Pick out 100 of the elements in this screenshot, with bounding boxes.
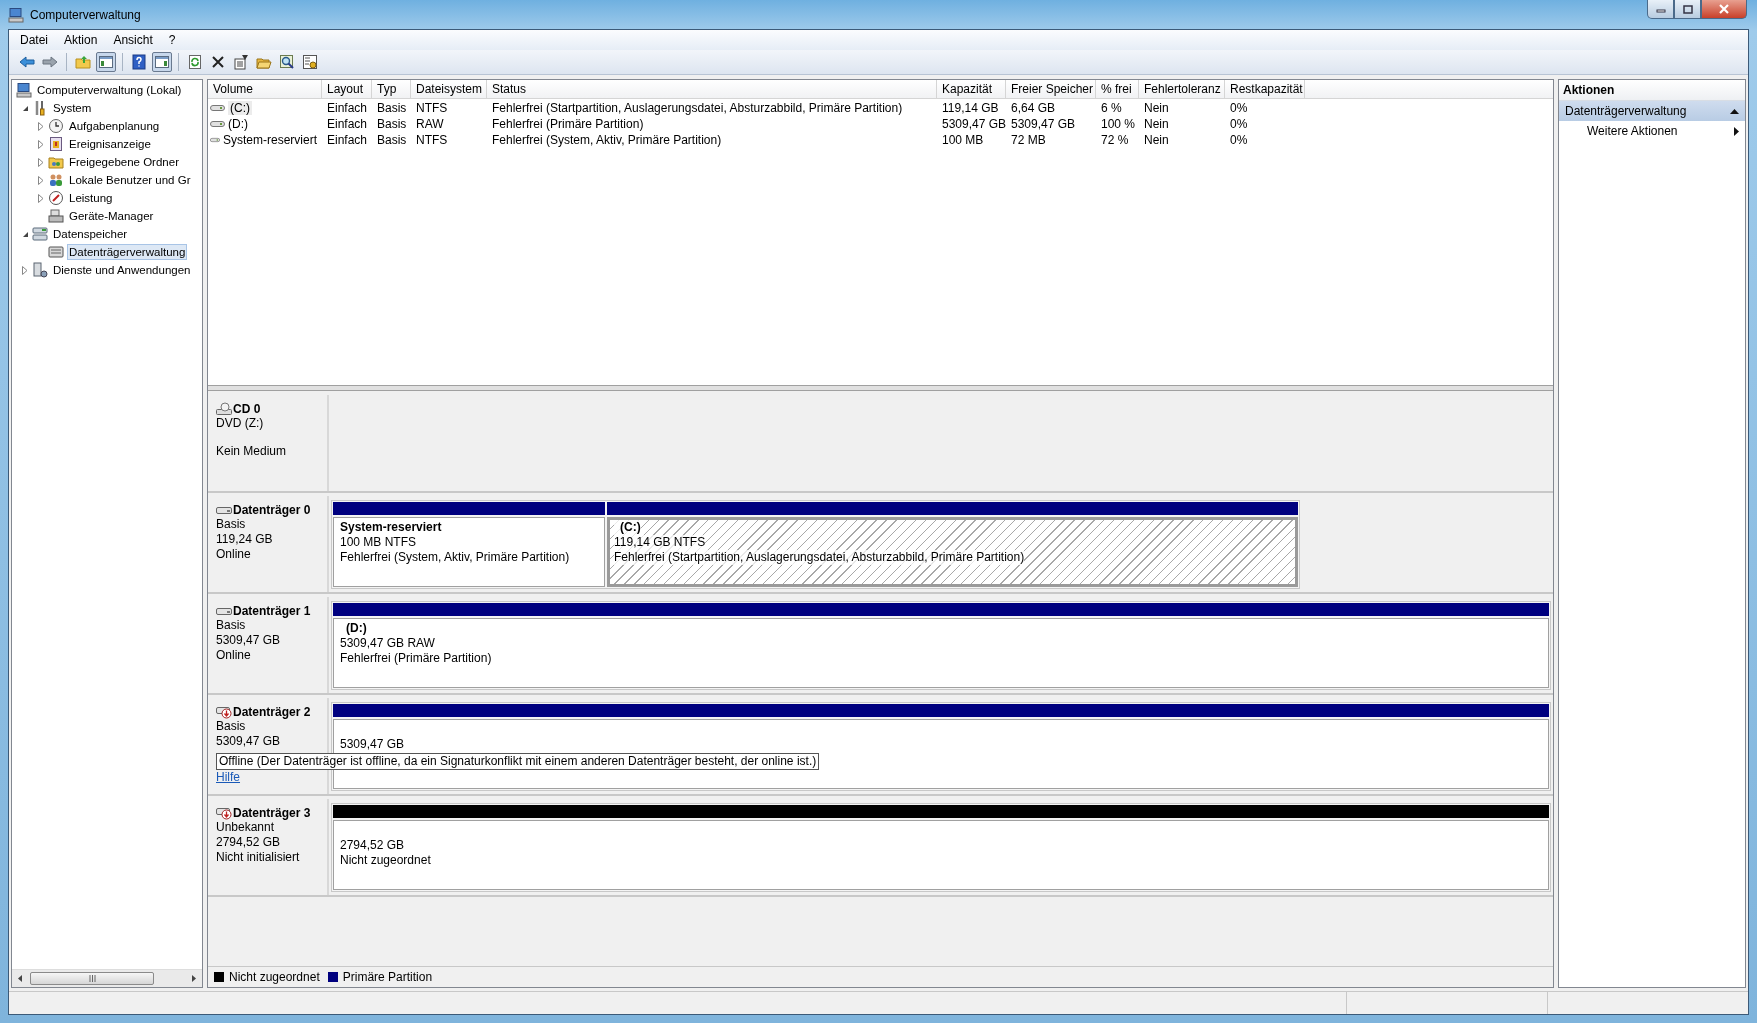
disk-status: Nicht initialisiert: [216, 850, 301, 865]
expanded-arrow-icon[interactable]: [21, 104, 29, 112]
drive-label[interactable]: (D:): [228, 116, 248, 131]
tree-item[interactable]: Computerverwaltung (Lokal): [35, 82, 184, 98]
partition-status: Fehlerfrei (Startpartition, Auslagerungsdatei, Absturzabbild, Primäre Partition): [614, 550, 1025, 565]
action-item[interactable]: Weitere Aktionen: [1559, 121, 1745, 141]
folder-up-icon: [75, 54, 91, 70]
collapsed-arrow-icon[interactable]: [38, 139, 44, 149]
gauge-icon: [48, 190, 64, 206]
panel-icon: [154, 54, 170, 70]
table-cell-text: 119,14 GB: [941, 100, 1000, 115]
tree-item[interactable]: Aufgabenplanung: [67, 118, 162, 134]
properties-icon: [233, 54, 249, 70]
tree-item[interactable]: Freigegebene Ordner: [67, 154, 181, 170]
maximize-icon: [1682, 4, 1693, 14]
settings-icon: [302, 54, 318, 70]
column-header[interactable]: Volume: [208, 80, 322, 98]
menu-item[interactable]: ?: [161, 31, 183, 49]
disk-name: CD 0: [233, 401, 261, 416]
collapse-arrow-icon[interactable]: [1730, 108, 1739, 114]
horizontal-scrollbar[interactable]: [12, 969, 202, 987]
drive-warning-icon: [216, 805, 232, 820]
shared-folder-icon: [48, 154, 64, 170]
delete-icon: [210, 54, 226, 70]
column-header[interactable]: Status: [487, 80, 937, 98]
toolbar-button[interactable]: [129, 52, 149, 72]
disk-name: Datenträger 1: [233, 603, 311, 618]
close-button[interactable]: [1701, 0, 1747, 19]
tree-item[interactable]: Ereignisanzeige: [67, 136, 153, 152]
column-header[interactable]: Dateisystem: [411, 80, 487, 98]
users-icon: [48, 172, 64, 188]
table-cell-text: Nein: [1143, 116, 1170, 131]
collapsed-arrow-icon[interactable]: [38, 193, 44, 203]
actions-section-header[interactable]: Datenträgerverwaltung: [1559, 101, 1745, 121]
drive-label[interactable]: System-reserviert: [223, 132, 317, 147]
partition-block[interactable]: System-reserviert 100 MB NTFS Fehlerfrei (System, Aktiv, Primäre Partition): [333, 517, 605, 587]
table-cell-text: 6 %: [1100, 100, 1123, 115]
partition-label: (C:): [614, 520, 641, 535]
partition-block[interactable]: (C:) 119,14 GB NTFS Fehlerfrei (Startpartition, Auslagerungsdatei, Absturzabbild, Primäre Partition): [607, 517, 1298, 587]
tree-item[interactable]: Leistung: [67, 190, 115, 206]
table-cell-text: 5309,47 GB: [1010, 116, 1077, 131]
table-cell-text: Basis: [376, 132, 408, 147]
column-header[interactable]: Kapazität: [937, 80, 1006, 98]
partition-size: 2794,52 GB: [340, 838, 405, 853]
table-cell-text: Nein: [1143, 132, 1170, 147]
tree-item[interactable]: Datenspeicher: [51, 226, 130, 242]
drive-icon: [210, 103, 225, 112]
minimize-button[interactable]: [1647, 0, 1674, 19]
tree-item[interactable]: Datenträgerverwaltung: [67, 244, 188, 260]
maximize-button[interactable]: [1674, 0, 1701, 19]
partition-block[interactable]: (D:) 5309,47 GB RAW Fehlerfrei (Primäre Partition): [333, 618, 1549, 688]
refresh-icon: [187, 54, 203, 70]
toolbar-button[interactable]: [300, 52, 320, 72]
collapsed-arrow-icon[interactable]: [38, 157, 44, 167]
back-arrow-icon: [19, 54, 35, 70]
disk-type: Basis: [216, 618, 247, 633]
partition-block[interactable]: 2794,52 GB Nicht zugeordnet: [333, 820, 1549, 890]
table-cell-text: 100 %: [1100, 116, 1137, 131]
menu-item[interactable]: Datei: [13, 31, 55, 49]
help-icon: [131, 54, 147, 70]
column-header[interactable]: Fehlertoleranz: [1139, 80, 1225, 98]
column-header[interactable]: Layout: [322, 80, 372, 98]
table-cell-text: Basis: [376, 100, 408, 115]
column-header[interactable]: Freier Speicher: [1006, 80, 1096, 98]
table-cell-text: RAW: [415, 116, 445, 131]
disk-type: DVD (Z:): [216, 416, 265, 431]
column-header[interactable]: % frei: [1096, 80, 1139, 98]
disk-status: Online: [216, 648, 252, 663]
left-arrow-icon[interactable]: [18, 975, 22, 982]
column-header[interactable]: Restkapazität: [1225, 80, 1305, 98]
table-cell-text: 100 MB: [941, 132, 985, 147]
expanded-arrow-icon[interactable]: [21, 230, 29, 238]
collapsed-arrow-icon[interactable]: [22, 265, 28, 275]
tree-item[interactable]: Dienste und Anwendungen: [51, 262, 193, 278]
column-header[interactable]: Typ: [372, 80, 411, 98]
legend-label: Primäre Partition: [342, 970, 433, 984]
collapsed-arrow-icon[interactable]: [38, 175, 44, 185]
tree-item[interactable]: Geräte-Manager: [67, 208, 156, 224]
help-link[interactable]: Hilfe: [216, 770, 240, 784]
collapsed-arrow-icon[interactable]: [38, 121, 44, 131]
grip-icon: [88, 975, 96, 982]
drive-label[interactable]: (C:): [228, 100, 252, 115]
storage-icon: [32, 226, 48, 242]
right-arrow-icon[interactable]: [192, 975, 196, 982]
table-cell-text: NTFS: [415, 100, 449, 115]
table-cell-text: 0%: [1229, 116, 1249, 131]
menu-item[interactable]: Aktion: [57, 31, 105, 49]
toolbar-button[interactable]: [231, 52, 251, 72]
menu-item[interactable]: Ansicht: [106, 31, 160, 49]
tree-item[interactable]: System: [51, 100, 94, 116]
table-cell-text: Einfach: [326, 100, 369, 115]
partition-status: Fehlerfrei (System, Aktiv, Primäre Partition): [340, 550, 570, 565]
partition-size: 5309,47 GB: [340, 737, 405, 752]
disk-type: Unbekannt: [216, 820, 276, 835]
forward-arrow-icon: [42, 54, 58, 70]
table-cell-text: Basis: [376, 116, 408, 131]
disk-name: Datenträger 0: [233, 502, 311, 517]
tree-item[interactable]: Lokale Benutzer und Gr: [67, 172, 193, 188]
clock-icon: [48, 118, 64, 134]
table-cell-text: Fehlerfrei (System, Aktiv, Primäre Partition): [491, 132, 723, 147]
